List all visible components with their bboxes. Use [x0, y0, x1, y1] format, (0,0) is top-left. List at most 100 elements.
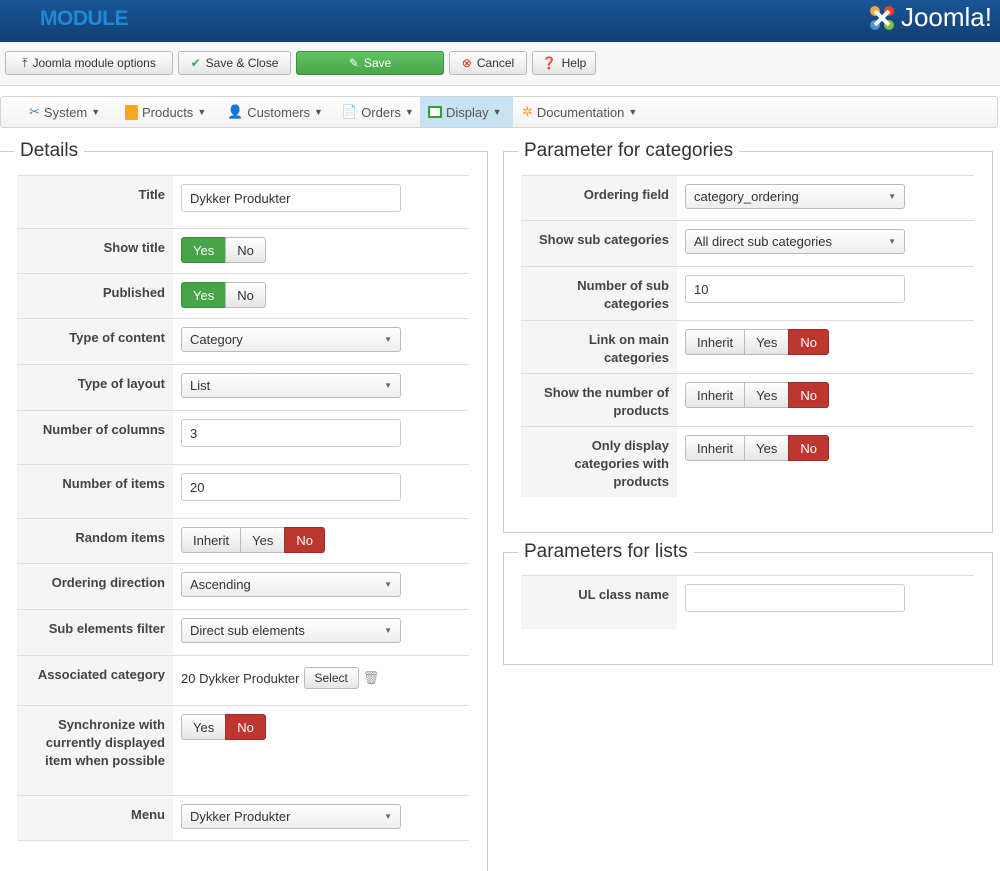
caret-down-icon: ▼	[314, 107, 323, 117]
type-layout-row: Type of layout List ▼	[17, 364, 469, 410]
select-value: Dykker Produkter	[190, 809, 291, 824]
cancel-button[interactable]: ⊗ Cancel	[449, 51, 527, 75]
menu-select[interactable]: Dykker Produkter ▼	[181, 804, 401, 829]
menu-label: System	[43, 104, 88, 120]
no-option[interactable]: No	[788, 329, 829, 355]
menu-label: Documentation	[536, 104, 625, 120]
yes-option[interactable]: Yes	[744, 435, 790, 461]
menu-customers[interactable]: 👤 Customers ▼	[219, 97, 331, 127]
type-layout-select[interactable]: List ▼	[181, 373, 401, 398]
tools-icon: ✂	[29, 104, 40, 119]
header: MODULE Joomla!	[0, 0, 1000, 42]
ul-class-input[interactable]	[685, 584, 905, 612]
menu-orders[interactable]: 📄 Orders ▼	[333, 97, 422, 127]
select-value: Ascending	[190, 577, 251, 592]
save-button[interactable]: ✎ Save	[296, 51, 444, 75]
num-sub-input[interactable]: 10	[685, 275, 905, 303]
title-row: Title Dykker Produkter	[17, 175, 469, 228]
ordering-field-select[interactable]: category_ordering ▼	[685, 184, 905, 209]
help-button[interactable]: ❓ Help	[532, 51, 596, 75]
num-columns-input[interactable]: 3	[181, 419, 401, 447]
chevron-down-icon: ▼	[384, 580, 392, 589]
select-button[interactable]: Select	[303, 667, 359, 689]
page-title: MODULE	[40, 7, 129, 30]
chevron-down-icon: ▼	[888, 192, 896, 201]
field-label: Synchronize with currently displayed ite…	[17, 706, 173, 795]
no-option[interactable]: No	[225, 714, 266, 740]
show-sub-select[interactable]: All direct sub categories ▼	[685, 229, 905, 254]
menu-documentation[interactable]: ✲ Documentation ▼	[514, 97, 645, 127]
select-value: Category	[190, 332, 243, 347]
yes-option[interactable]: Yes	[181, 237, 227, 263]
button-label: Help	[561, 56, 587, 70]
field-label: Title	[17, 176, 173, 228]
button-label: Save	[363, 56, 392, 70]
select-value: All direct sub categories	[694, 234, 833, 249]
sub-filter-select[interactable]: Direct sub elements ▼	[181, 618, 401, 643]
show-title-toggle: Yes No	[181, 237, 266, 263]
sub-filter-row: Sub elements filter Direct sub elements ▼	[17, 609, 469, 655]
select-value: Direct sub elements	[190, 623, 305, 638]
menu-label: Customers	[247, 104, 311, 120]
show-sub-row: Show sub categories All direct sub catego…	[521, 220, 974, 266]
button-label: Save & Close	[205, 56, 279, 70]
link-main-toggle: Inherit Yes No	[685, 329, 829, 355]
field-label: Type of layout	[17, 365, 173, 410]
save-close-button[interactable]: ✔ Save & Close	[178, 51, 291, 75]
menu-system[interactable]: ✂ System ▼	[21, 97, 108, 127]
type-content-row: Type of content Category ▼	[17, 318, 469, 364]
menu-row: Menu Dykker Produkter ▼	[17, 795, 469, 841]
field-label: Number of columns	[17, 411, 173, 464]
ordering-field-row: Ordering field category_ordering ▼	[521, 175, 974, 220]
caret-down-icon: ▼	[404, 107, 414, 117]
yes-option[interactable]: Yes	[181, 714, 227, 740]
inherit-option[interactable]: Inherit	[181, 527, 242, 553]
menu-products[interactable]: Products ▼	[117, 97, 214, 127]
show-num-toggle: Inherit Yes No	[685, 382, 829, 408]
main-menu: ✂ System ▼ Products ▼ 👤 Customers ▼ 📄 Orders ▼ …	[0, 96, 998, 128]
random-items-row: Random items Inherit Yes No	[17, 518, 469, 563]
categories-legend: Parameter for categories	[518, 140, 740, 162]
field-label: Link on main categories	[521, 321, 677, 373]
menu-label: Display	[446, 104, 489, 120]
chevron-down-icon: ▼	[888, 237, 896, 246]
sync-toggle: Yes No	[181, 714, 266, 740]
inherit-option[interactable]: Inherit	[685, 435, 746, 461]
inherit-option[interactable]: Inherit	[685, 382, 746, 408]
sync-row: Synchronize with currently displayed ite…	[17, 705, 469, 795]
inherit-option[interactable]: Inherit	[685, 329, 746, 355]
chevron-down-icon: ▼	[384, 381, 392, 390]
joomla-logo-icon	[869, 5, 894, 30]
no-option[interactable]: No	[284, 527, 325, 553]
no-option[interactable]: No	[225, 237, 266, 263]
menu-display[interactable]: Display ▼	[420, 97, 513, 127]
yes-option[interactable]: Yes	[744, 382, 790, 408]
field-label: Number of sub categories	[521, 267, 677, 320]
help-ring-icon: ✲	[522, 104, 533, 119]
caret-down-icon: ▼	[492, 107, 502, 117]
assoc-category-value: 20 Dykker Produkter	[181, 670, 300, 686]
field-label: Show the number of products	[521, 374, 677, 426]
yes-option[interactable]: Yes	[181, 282, 227, 308]
ordering-direction-select[interactable]: Ascending ▼	[181, 572, 401, 597]
no-option[interactable]: No	[788, 382, 829, 408]
no-option[interactable]: No	[788, 435, 829, 461]
module-options-button[interactable]: ⤒ Joomla module options	[5, 51, 173, 75]
field-label: Number of items	[17, 465, 173, 518]
num-items-input[interactable]: 20	[181, 473, 401, 501]
yes-option[interactable]: Yes	[744, 329, 790, 355]
only-display-toggle: Inherit Yes No	[685, 435, 829, 461]
field-label: Show title	[17, 229, 173, 273]
ul-class-row: UL class name	[521, 575, 974, 629]
ordering-direction-row: Ordering direction Ascending ▼	[17, 563, 469, 609]
title-input[interactable]: Dykker Produkter	[181, 184, 401, 212]
type-content-select[interactable]: Category ▼	[181, 327, 401, 352]
edit-icon: ✎	[348, 56, 359, 70]
logo-text: Joomla!	[900, 2, 992, 32]
field-label: Sub elements filter	[17, 610, 173, 655]
no-option[interactable]: No	[225, 282, 266, 308]
field-label: Type of content	[17, 319, 173, 364]
joomla-logo: Joomla!	[867, 2, 992, 33]
trash-icon[interactable]: 🗑	[363, 670, 380, 686]
yes-option[interactable]: Yes	[240, 527, 286, 553]
